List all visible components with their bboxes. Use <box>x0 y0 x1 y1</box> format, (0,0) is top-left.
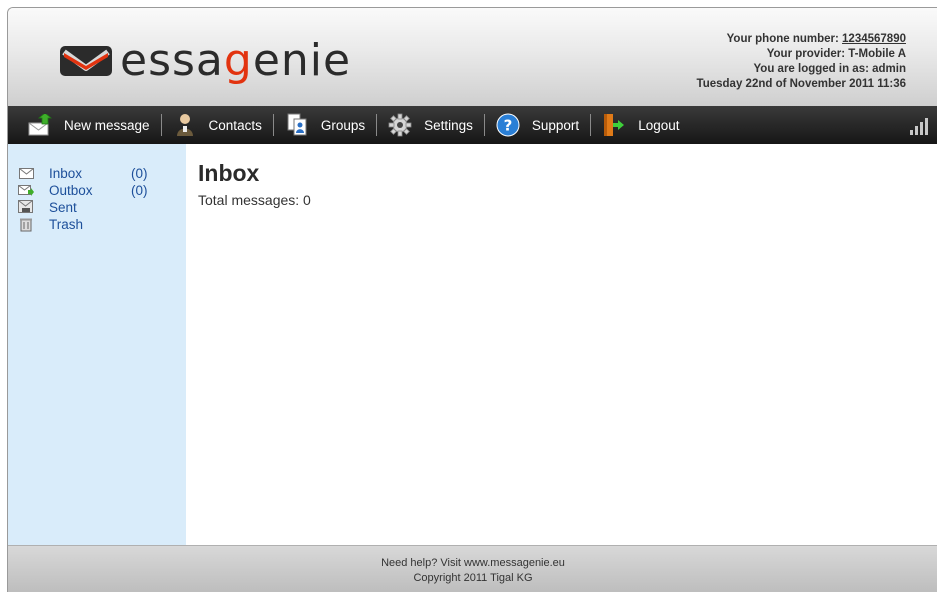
user-info: Your phone number: 1234567890 Your provi… <box>697 32 906 92</box>
logo: essagenie <box>58 36 351 86</box>
page-title: Inbox <box>198 160 260 186</box>
header: essagenie Your phone number: 1234567890 … <box>8 8 937 106</box>
trash-icon <box>18 216 34 232</box>
datetime: Tuesday 22nd of November 2011 11:36 <box>696 78 906 90</box>
total-messages: Total messages: 0 <box>198 192 311 208</box>
outbox-icon <box>18 182 34 198</box>
copyright: Copyright 2011 Tigal KG <box>413 572 533 584</box>
nav-separator <box>483 114 485 136</box>
footer: Need help? Visit www.messagenie.eu Copyr… <box>8 545 937 592</box>
logo-mark-icon <box>60 46 112 76</box>
provider: Your provider: T-Mobile A <box>766 48 906 60</box>
app-frame: essagenie Your phone number: 1234567890 … <box>7 7 937 592</box>
new-message-icon <box>28 113 52 137</box>
logout-icon <box>602 113 626 137</box>
nav-settings[interactable]: Settings <box>388 106 473 144</box>
signal-strength-icon <box>908 116 936 141</box>
inbox-icon <box>18 165 34 181</box>
main-content: Inbox Total messages: 0 <box>186 144 937 545</box>
nav-bar: New message Contacts Groups Settings ? S… <box>8 106 937 144</box>
sidebar-item-inbox[interactable]: Inbox (0) <box>18 164 148 182</box>
groups-icon <box>285 113 309 137</box>
settings-icon <box>388 113 412 137</box>
sidebar-item-sent[interactable]: Sent <box>18 198 131 216</box>
help-text: Need help? Visit www.messagenie.eu <box>381 557 565 569</box>
logged-in-user: You are logged in as: admin <box>753 63 906 75</box>
support-icon: ? <box>496 113 520 137</box>
logo-wordmark: essagenie <box>120 35 352 86</box>
nav-separator <box>272 114 274 136</box>
contacts-icon <box>173 113 197 137</box>
phone-number: Your phone number: 1234567890 <box>726 33 906 45</box>
sidebar: Inbox (0) Outbox (0) Sent Trash <box>8 144 186 545</box>
nav-logout[interactable]: Logout <box>602 106 679 144</box>
nav-separator <box>590 114 592 136</box>
nav-groups[interactable]: Groups <box>285 106 365 144</box>
sidebar-item-outbox[interactable]: Outbox (0) <box>18 181 148 199</box>
sidebar-item-trash[interactable]: Trash <box>18 215 131 233</box>
nav-new-message[interactable]: New message <box>28 106 150 144</box>
outbox-count: (0) <box>131 182 148 198</box>
nav-support[interactable]: ? Support <box>496 106 579 144</box>
nav-separator <box>160 114 162 136</box>
sent-icon <box>18 199 34 215</box>
inbox-count: (0) <box>131 165 148 181</box>
svg-text:?: ? <box>504 117 513 135</box>
nav-contacts[interactable]: Contacts <box>173 106 262 144</box>
nav-separator <box>376 114 378 136</box>
phone-number-link[interactable]: 1234567890 <box>842 33 906 45</box>
